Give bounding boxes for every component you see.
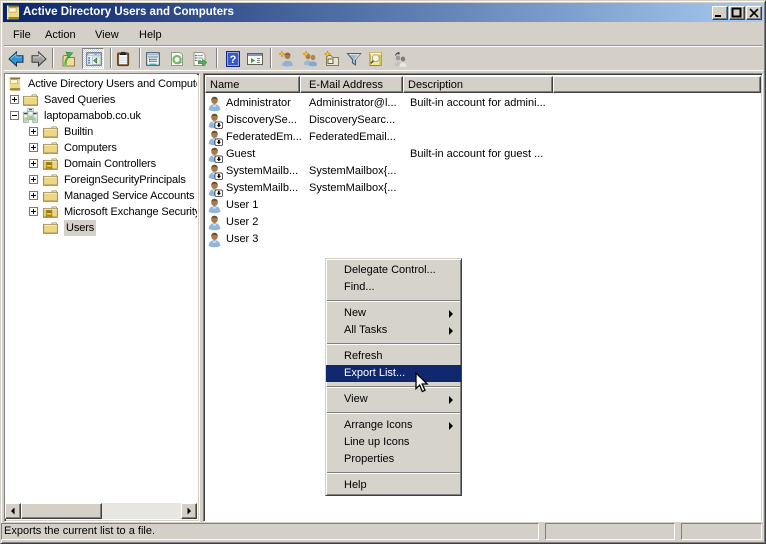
- svg-text:?: ?: [230, 54, 237, 66]
